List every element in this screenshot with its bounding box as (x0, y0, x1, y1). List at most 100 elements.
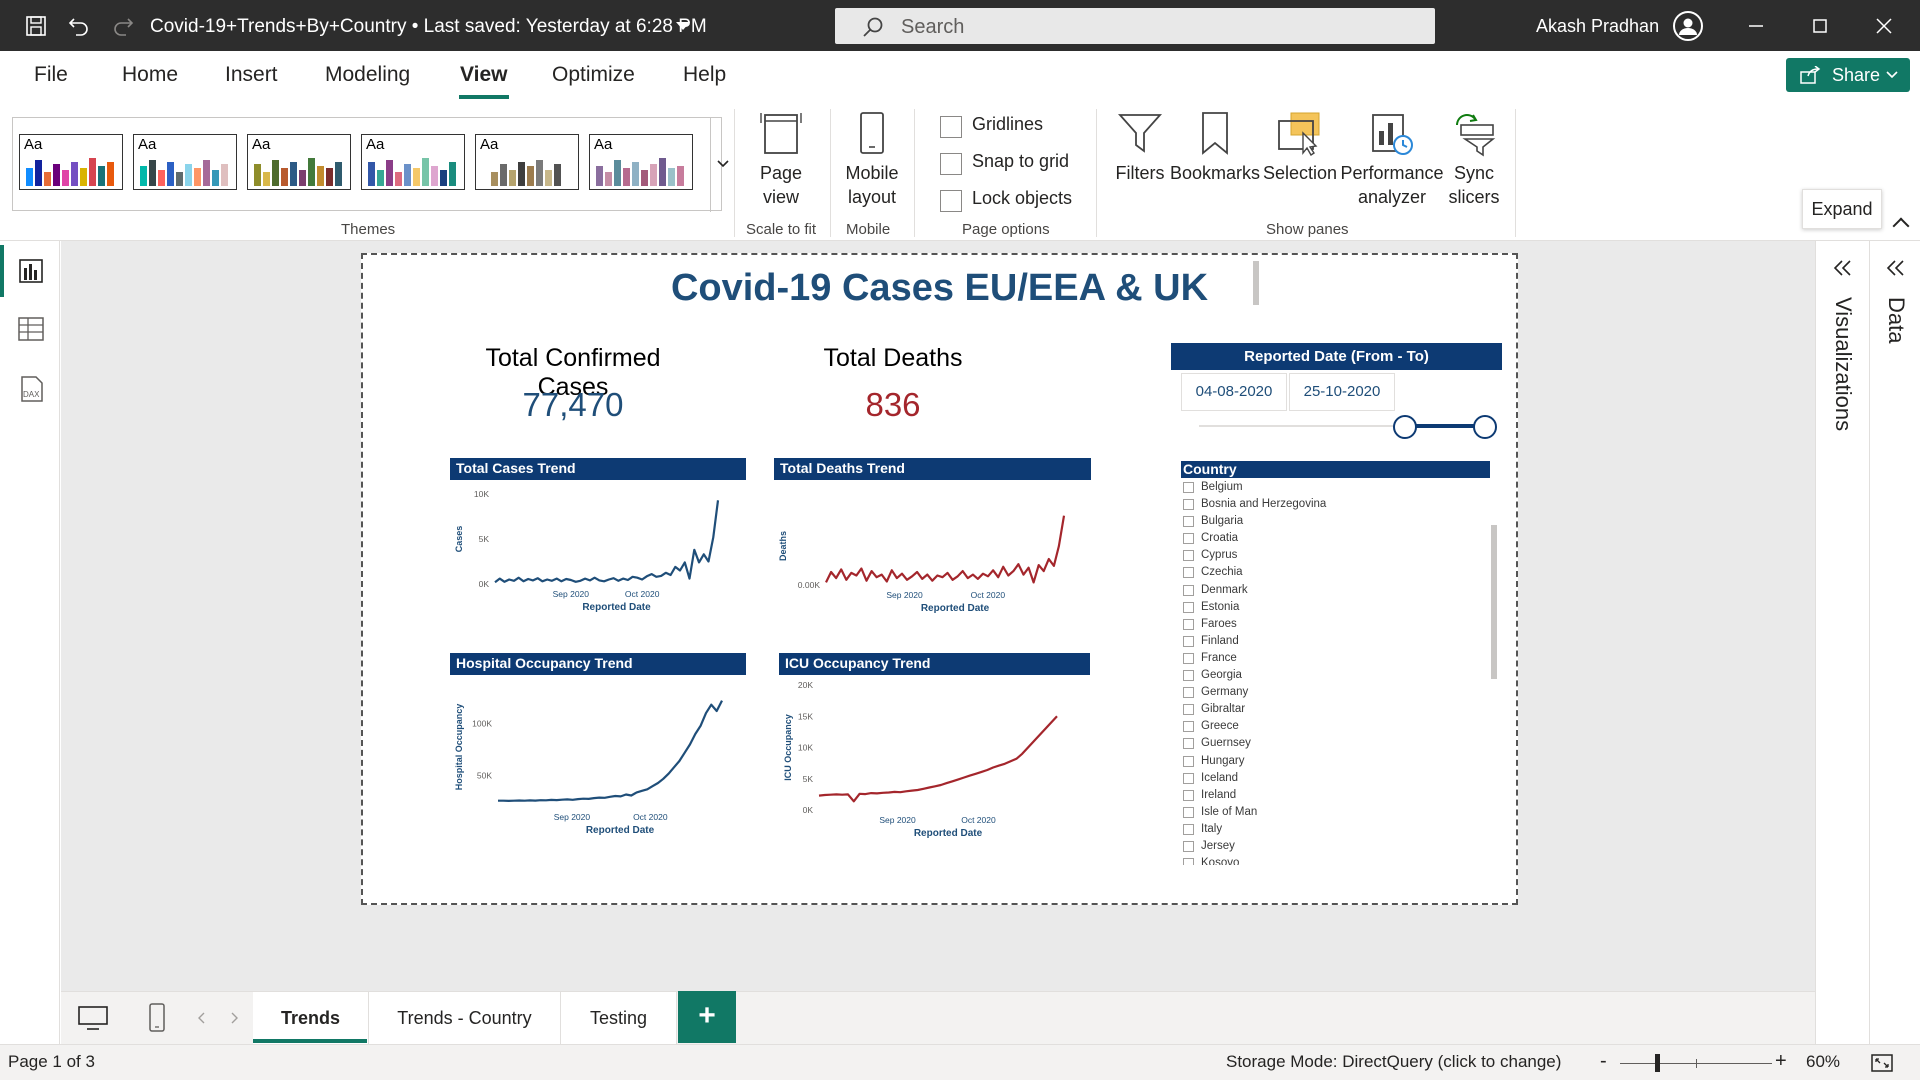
scroll-tabs-right-icon[interactable] (229, 1012, 239, 1024)
phone-layout-icon[interactable] (147, 1002, 167, 1034)
desktop-layout-icon[interactable] (77, 1004, 109, 1032)
tab-help[interactable]: Help (683, 63, 726, 87)
checkbox-box[interactable] (1183, 601, 1194, 613)
share-button[interactable]: Share (1786, 58, 1910, 92)
country-item[interactable]: Greece (1181, 718, 1501, 735)
tab-file[interactable]: File (34, 63, 68, 87)
country-item[interactable]: Cyprus (1181, 547, 1501, 564)
country-item[interactable]: Finland (1181, 633, 1501, 650)
date-to-input[interactable]: 25-10-2020 (1289, 373, 1395, 411)
checkbox-box[interactable] (1183, 550, 1194, 562)
country-item[interactable]: Germany (1181, 684, 1501, 701)
country-item[interactable]: Bosnia and Herzegovina (1181, 496, 1501, 513)
checkbox-box[interactable] (1183, 635, 1194, 647)
country-item[interactable]: Hungary (1181, 753, 1501, 770)
checkbox-box[interactable] (940, 153, 962, 175)
checkbox-box[interactable] (1183, 772, 1194, 784)
data-pane[interactable]: Data (1869, 241, 1920, 1044)
minimize-icon[interactable] (1744, 14, 1768, 38)
scroll-tabs-left-icon[interactable] (197, 1012, 207, 1024)
theme-swatch-4[interactable]: Aa (361, 134, 465, 190)
deaths-trend-chart[interactable]: 0.00K0.05KSep 2020Oct 2020Reported DateD… (774, 482, 1091, 617)
checkbox-box[interactable] (940, 190, 962, 212)
checkbox-box[interactable] (1183, 858, 1194, 865)
checkbox-box[interactable] (1183, 499, 1194, 511)
filters-button[interactable]: Filters (1110, 111, 1170, 185)
expand-pane-icon[interactable] (1885, 259, 1907, 277)
checkbox-box[interactable] (1183, 840, 1194, 852)
report-view-icon[interactable] (16, 256, 46, 286)
tab-home[interactable]: Home (122, 63, 178, 87)
country-item[interactable]: Iceland (1181, 770, 1501, 787)
country-item[interactable]: Ireland (1181, 787, 1501, 804)
close-icon[interactable] (1872, 14, 1896, 38)
chevron-down-icon[interactable] (676, 22, 690, 30)
selection-button[interactable]: Selection (1262, 111, 1338, 185)
checkbox-box[interactable] (1183, 823, 1194, 835)
zoom-level[interactable]: 60% (1806, 1052, 1840, 1072)
table-view-icon[interactable] (16, 314, 46, 344)
checkbox-box[interactable] (1183, 755, 1194, 767)
country-item[interactable]: Gibraltar (1181, 701, 1501, 718)
date-slider-end-handle[interactable] (1473, 415, 1497, 439)
dax-query-view-icon[interactable]: DAX (16, 374, 46, 404)
redo-icon[interactable] (110, 13, 136, 39)
sync-slicers-button[interactable]: Sync slicers (1442, 111, 1506, 209)
storage-mode[interactable]: Storage Mode: DirectQuery (click to chan… (1226, 1052, 1561, 1072)
maximize-icon[interactable] (1808, 14, 1832, 38)
hospital-trend-chart[interactable]: 50K 100K Sep 2020 Oct 2020 Reported Date Hosp… (450, 677, 746, 843)
country-item[interactable]: Italy (1181, 821, 1501, 838)
avatar-icon[interactable] (1673, 11, 1703, 41)
checkbox-box[interactable] (1183, 584, 1194, 596)
theme-swatch-5[interactable]: Aa (475, 134, 579, 190)
tab-view[interactable]: View (460, 63, 507, 87)
search-box[interactable]: Search (835, 8, 1435, 44)
report-page[interactable]: Covid-19 Cases EU/EEA & UK Total Confirm… (361, 253, 1518, 905)
tab-insert[interactable]: Insert (225, 63, 278, 87)
country-item[interactable]: Croatia (1181, 530, 1501, 547)
theme-swatch-2[interactable]: Aa (133, 134, 237, 190)
date-slider-start-handle[interactable] (1393, 415, 1417, 439)
checkbox-box[interactable] (1183, 806, 1194, 818)
add-page-button[interactable]: + (678, 991, 736, 1043)
checkbox-box[interactable] (1183, 789, 1194, 801)
country-item[interactable]: Isle of Man (1181, 804, 1501, 821)
country-item[interactable]: Georgia (1181, 667, 1501, 684)
mobile-layout-button[interactable]: Mobile layout (838, 111, 906, 209)
page-tab-trends-country[interactable]: Trends - Country (369, 992, 561, 1044)
country-item[interactable]: Denmark (1181, 582, 1501, 599)
fit-to-page-icon[interactable] (1870, 1053, 1894, 1073)
expand-pane-icon[interactable] (1832, 259, 1854, 277)
performance-analyzer-button[interactable]: Performance analyzer (1340, 111, 1444, 209)
checkbox-box[interactable] (940, 116, 962, 138)
country-item[interactable]: Kosovo (1181, 855, 1501, 865)
country-list-scrollbar[interactable] (1491, 525, 1497, 679)
country-item[interactable]: Faroes (1181, 616, 1501, 633)
checkbox-box[interactable] (1183, 533, 1194, 545)
checkbox-box[interactable] (1183, 567, 1194, 579)
country-item[interactable]: Guernsey (1181, 735, 1501, 752)
checkbox-box[interactable] (1183, 738, 1194, 750)
zoom-out-button[interactable]: - (1600, 1050, 1607, 1073)
bookmarks-button[interactable]: Bookmarks (1170, 111, 1260, 185)
country-list[interactable]: Belgium Bosnia and Herzegovina Bulgaria Cro… (1181, 479, 1501, 865)
country-item[interactable]: Czechia (1181, 564, 1501, 581)
themes-more-button[interactable] (710, 118, 734, 212)
theme-swatch-1[interactable]: Aa (19, 134, 123, 190)
theme-swatch-3[interactable]: Aa (247, 134, 351, 190)
country-item[interactable]: Estonia (1181, 599, 1501, 616)
checkbox-box[interactable] (1183, 704, 1194, 716)
country-item[interactable]: France (1181, 650, 1501, 667)
undo-icon[interactable] (66, 13, 92, 39)
checkbox-box[interactable] (1183, 516, 1194, 528)
checkbox-box[interactable] (1183, 670, 1194, 682)
checkbox-box[interactable] (1183, 652, 1194, 664)
date-from-input[interactable]: 04-08-2020 (1181, 373, 1287, 411)
zoom-in-button[interactable]: + (1775, 1050, 1787, 1073)
checkbox-box[interactable] (1183, 482, 1194, 493)
zoom-slider-thumb[interactable] (1655, 1054, 1660, 1072)
country-item[interactable]: Belgium (1181, 479, 1501, 496)
document-title[interactable]: Covid-19+Trends+By+Country • Last saved:… (150, 16, 707, 38)
save-icon[interactable] (23, 13, 49, 39)
page-tab-trends[interactable]: Trends (253, 992, 369, 1044)
